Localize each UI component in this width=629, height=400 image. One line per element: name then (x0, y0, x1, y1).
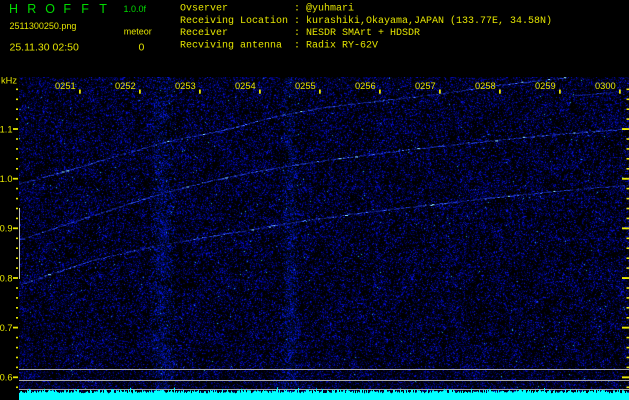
svg-text:Ovserver : @yuhmari: Ovserver : @yuhmari (180, 3, 354, 15)
svg-text:0255: 0255 (295, 81, 316, 91)
svg-text:0252: 0252 (115, 81, 136, 91)
svg-text:0.9: 0.9 (0, 224, 13, 234)
svg-text:HROFFT: HROFFT (9, 2, 107, 16)
svg-text:0: 0 (139, 41, 145, 53)
svg-text:kHz: kHz (1, 76, 17, 86)
svg-text:0254: 0254 (235, 81, 256, 91)
svg-text:0257: 0257 (415, 81, 436, 91)
svg-text:0.8: 0.8 (0, 273, 13, 283)
svg-text:Receiver : NESDR SMA: Receiver : NESDR SMArt + HDSDR (180, 27, 420, 39)
svg-text:1.1: 1.1 (0, 124, 13, 134)
svg-text:meteor: meteor (124, 27, 152, 37)
svg-text:0.7: 0.7 (0, 323, 13, 333)
svg-text:0259: 0259 (535, 81, 556, 91)
svg-text:0300: 0300 (595, 81, 616, 91)
svg-text:0.6: 0.6 (0, 373, 13, 383)
svg-text:0251: 0251 (55, 81, 76, 91)
svg-text:2511300250.png: 2511300250.png (10, 21, 77, 31)
svg-text:Receiving Location : kurashiki: Receiving Location : kurashiki,Okayama,J… (180, 15, 552, 27)
svg-text:25.11.30 02:50: 25.11.30 02:50 (10, 41, 79, 53)
svg-text:0253: 0253 (175, 81, 196, 91)
svg-text:1.0.0f: 1.0.0f (124, 4, 147, 14)
svg-text:0256: 0256 (355, 81, 376, 91)
svg-text:0258: 0258 (475, 81, 496, 91)
svg-text:1.0: 1.0 (0, 174, 13, 184)
svg-text:Recviving antenna : Radix RY-: Recviving antenna : Radix RY-62V (180, 39, 378, 51)
